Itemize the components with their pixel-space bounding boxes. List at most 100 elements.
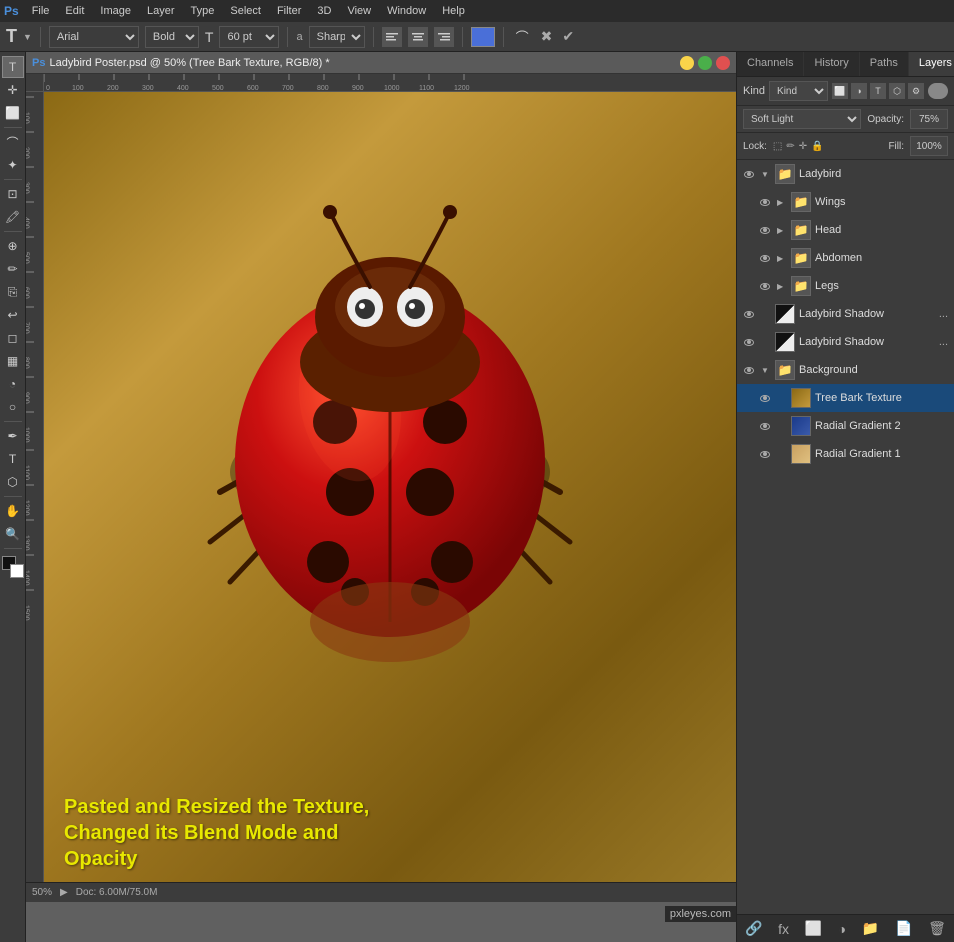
adjustment-layer-button[interactable]: ◑ bbox=[838, 921, 846, 937]
menu-edit[interactable]: Edit bbox=[58, 3, 91, 19]
menu-select[interactable]: Select bbox=[223, 3, 268, 19]
menu-help[interactable]: Help bbox=[435, 3, 472, 19]
layer-row-background[interactable]: ▼ 📁 Background bbox=[737, 356, 954, 384]
lock-transparent-icon[interactable]: ⬚ bbox=[773, 141, 782, 152]
layer-row-ladybird[interactable]: ▼ 📁 Ladybird bbox=[737, 160, 954, 188]
add-mask-button[interactable]: ⬜ bbox=[805, 920, 822, 937]
visibility-icon-radial-2[interactable] bbox=[757, 418, 773, 434]
layer-row-radial-1[interactable]: ▶ Radial Gradient 1 bbox=[737, 440, 954, 468]
tool-preset-icon[interactable]: ▼ bbox=[23, 32, 32, 42]
history-brush-button[interactable]: ↩ bbox=[2, 304, 24, 326]
foreground-background-colors[interactable] bbox=[2, 556, 24, 578]
warp-text-icon[interactable]: ⌒ bbox=[516, 27, 529, 46]
lock-position-icon[interactable]: ✛ bbox=[799, 141, 807, 152]
align-right-button[interactable] bbox=[434, 27, 454, 47]
visibility-icon-shadow-1[interactable] bbox=[741, 306, 757, 322]
align-left-button[interactable] bbox=[382, 27, 402, 47]
type-tool-button[interactable]: T bbox=[2, 56, 24, 78]
blend-mode-select[interactable]: Soft Light bbox=[743, 109, 861, 129]
visibility-icon-shadow-2[interactable] bbox=[741, 334, 757, 350]
filter-shape-icon[interactable]: ⬡ bbox=[889, 83, 905, 99]
layer-row-abdomen[interactable]: ▶ 📁 Abdomen bbox=[737, 244, 954, 272]
fill-input[interactable] bbox=[910, 136, 948, 156]
filter-toggle[interactable] bbox=[928, 83, 948, 99]
align-center-button[interactable] bbox=[408, 27, 428, 47]
move-tool-button[interactable]: ✛ bbox=[2, 79, 24, 101]
expand-head[interactable]: ▶ bbox=[777, 226, 787, 235]
filter-select[interactable]: Kind bbox=[769, 81, 828, 101]
eraser-tool-button[interactable]: ◻ bbox=[2, 327, 24, 349]
delete-layer-button[interactable]: 🗑 bbox=[928, 920, 946, 937]
magic-wand-button[interactable]: ✦ bbox=[2, 154, 24, 176]
eyedropper-tool-button[interactable]: 🖍 bbox=[2, 206, 24, 228]
crop-tool-button[interactable]: ⊡ bbox=[2, 183, 24, 205]
status-arrow[interactable]: ▶ bbox=[60, 887, 68, 898]
channels-tab[interactable]: Channels bbox=[737, 52, 804, 76]
dodge-tool-button[interactable]: ○ bbox=[2, 396, 24, 418]
menu-filter[interactable]: Filter bbox=[270, 3, 308, 19]
layer-row-radial-2[interactable]: ▶ Radial Gradient 2 bbox=[737, 412, 954, 440]
visibility-icon-abdomen[interactable] bbox=[757, 250, 773, 266]
lock-pixels-icon[interactable]: ✏ bbox=[786, 141, 794, 152]
layer-row-shadow-1[interactable]: ▶ Ladybird Shadow ... bbox=[737, 300, 954, 328]
history-tab[interactable]: History bbox=[804, 52, 859, 76]
menu-file[interactable]: File bbox=[25, 3, 57, 19]
layers-tab[interactable]: Layers bbox=[909, 52, 954, 76]
font-style-select[interactable]: Bold bbox=[145, 26, 199, 48]
visibility-icon-tree-bark[interactable] bbox=[757, 390, 773, 406]
layer-row-legs[interactable]: ▶ 📁 Legs bbox=[737, 272, 954, 300]
blur-tool-button[interactable]: ◔ bbox=[2, 373, 24, 395]
text-tool-button[interactable]: T bbox=[2, 448, 24, 470]
filter-pixel-icon[interactable]: ⬜ bbox=[832, 83, 848, 99]
font-family-select[interactable]: Arial bbox=[49, 26, 139, 48]
menu-type[interactable]: Type bbox=[184, 3, 222, 19]
expand-abdomen[interactable]: ▶ bbox=[777, 254, 787, 263]
gradient-tool-button[interactable]: ▦ bbox=[2, 350, 24, 372]
lasso-tool-button[interactable]: ⌒ bbox=[2, 131, 24, 153]
background-color-swatch[interactable] bbox=[10, 564, 24, 578]
visibility-icon-legs[interactable] bbox=[757, 278, 773, 294]
heal-brush-button[interactable]: ⊕ bbox=[2, 235, 24, 257]
layer-more-shadow-1[interactable]: ... bbox=[937, 308, 950, 320]
paths-tab[interactable]: Paths bbox=[860, 52, 909, 76]
menu-view[interactable]: View bbox=[340, 3, 378, 19]
new-layer-button[interactable]: 📄 bbox=[895, 920, 912, 937]
visibility-icon-ladybird[interactable] bbox=[741, 166, 757, 182]
expand-background[interactable]: ▼ bbox=[761, 366, 771, 375]
font-size-select[interactable]: 60 pt bbox=[219, 26, 279, 48]
menu-window[interactable]: Window bbox=[380, 3, 433, 19]
filter-adjust-icon[interactable]: ◑ bbox=[851, 83, 867, 99]
close-button[interactable] bbox=[716, 56, 730, 70]
visibility-icon-radial-1[interactable] bbox=[757, 446, 773, 462]
visibility-icon-head[interactable] bbox=[757, 222, 773, 238]
brush-tool-button[interactable]: ✏ bbox=[2, 258, 24, 280]
pen-tool-button[interactable]: ✒ bbox=[2, 425, 24, 447]
expand-wings[interactable]: ▶ bbox=[777, 198, 787, 207]
menu-layer[interactable]: Layer bbox=[140, 3, 182, 19]
layer-row-wings[interactable]: ▶ 📁 Wings bbox=[737, 188, 954, 216]
maximize-button[interactable] bbox=[698, 56, 712, 70]
visibility-icon-wings[interactable] bbox=[757, 194, 773, 210]
zoom-tool-button[interactable]: 🔍 bbox=[2, 523, 24, 545]
lock-all-icon[interactable]: 🔒 bbox=[811, 141, 823, 152]
layer-row-shadow-2[interactable]: ▶ Ladybird Shadow ... bbox=[737, 328, 954, 356]
visibility-icon-background[interactable] bbox=[741, 362, 757, 378]
menu-3d[interactable]: 3D bbox=[310, 3, 338, 19]
layer-style-button[interactable]: fx bbox=[778, 921, 789, 937]
filter-type-icon[interactable]: T bbox=[870, 83, 886, 99]
stamp-tool-button[interactable]: ⎘ bbox=[2, 281, 24, 303]
select-tool-button[interactable]: ⬜ bbox=[2, 102, 24, 124]
text-color-swatch[interactable] bbox=[471, 27, 495, 47]
expand-legs[interactable]: ▶ bbox=[777, 282, 787, 291]
confirm-type-icon[interactable]: ✔ bbox=[562, 28, 574, 45]
opacity-input[interactable] bbox=[910, 109, 948, 129]
antialiasing-select[interactable]: Sharp bbox=[309, 26, 365, 48]
filter-smart-icon[interactable]: ⚙ bbox=[908, 83, 924, 99]
link-layers-button[interactable]: 🔗 bbox=[745, 920, 762, 937]
layer-row-tree-bark[interactable]: ▶ Tree Bark Texture bbox=[737, 384, 954, 412]
new-group-button[interactable]: 📁 bbox=[862, 920, 879, 937]
shape-tool-button[interactable]: ⬡ bbox=[2, 471, 24, 493]
expand-ladybird[interactable]: ▼ bbox=[761, 170, 771, 179]
menu-image[interactable]: Image bbox=[93, 3, 138, 19]
minimize-button[interactable] bbox=[680, 56, 694, 70]
